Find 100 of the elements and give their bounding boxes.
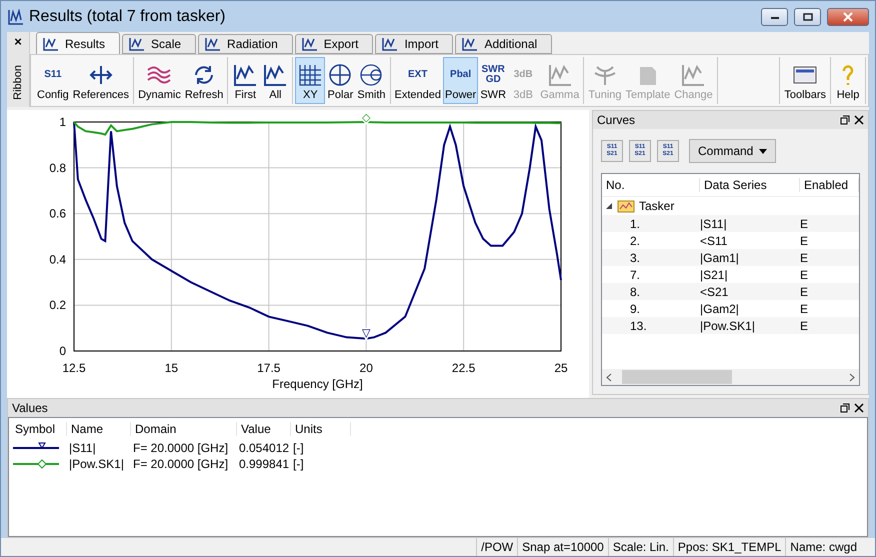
- ribbon-button[interactable]: SWR GD SWR: [478, 57, 508, 104]
- table-cell-text: [-]: [292, 441, 305, 455]
- column-header[interactable]: Enabled: [800, 178, 859, 192]
- ribbon-button[interactable]: Polar: [325, 57, 356, 104]
- table-cell-text: 8.: [629, 284, 642, 298]
- table-cell-text: 0.054012: [238, 441, 290, 455]
- tab-icon: [462, 37, 478, 51]
- table-cell-text: E: [800, 284, 810, 298]
- folder-icon: [617, 199, 635, 213]
- minimize-button[interactable]: [761, 8, 788, 26]
- close-icon: [843, 12, 853, 22]
- table-cell-text: E: [800, 250, 810, 264]
- table-cell-text: F= 20.0000 [GHz]: [132, 441, 230, 455]
- table-cell-text: 2.: [629, 234, 642, 248]
- tab-icon: [302, 37, 318, 51]
- column-header[interactable]: Domain: [131, 422, 237, 436]
- column-header[interactable]: Name: [67, 422, 131, 436]
- status-text: Snap at=10000: [517, 538, 608, 556]
- float-icon[interactable]: [840, 403, 850, 413]
- tick-label: 0: [59, 344, 66, 358]
- arrows-icon: [88, 63, 114, 87]
- tab-icon: [43, 36, 59, 50]
- ribbon-button[interactable]: Toolbars: [782, 57, 828, 104]
- float-icon[interactable]: [840, 115, 850, 125]
- graph-icon: [680, 63, 706, 87]
- maximize-button[interactable]: [794, 8, 821, 26]
- table-cell-text: 9.: [629, 302, 642, 316]
- ribbon-button[interactable]: XY: [295, 57, 326, 104]
- table-cell-text: E: [800, 268, 810, 282]
- tick-label: 22.5: [452, 361, 476, 375]
- column-header[interactable]: Data Series: [700, 178, 800, 192]
- status-text: Name: cwgd: [785, 538, 861, 556]
- panel-title: Values: [12, 401, 48, 415]
- table-cell-text: 1.: [629, 216, 642, 230]
- ribbon-tab[interactable]: Export: [294, 34, 374, 54]
- ribbon-tab[interactable]: Scale: [122, 34, 196, 54]
- ribbon-button[interactable]: Refresh: [182, 57, 226, 104]
- tick-label: 0.4: [49, 252, 66, 266]
- table-cell-text: <S11: [700, 234, 728, 248]
- window-title: Results (total 7 from tasker): [29, 8, 226, 26]
- column-header[interactable]: Symbol: [11, 422, 67, 436]
- table-cell-text: E: [800, 216, 810, 230]
- ribbon-button[interactable]: Pbal Power: [443, 57, 478, 104]
- ribbon-tab[interactable]: Additional: [455, 34, 552, 54]
- ribbon-tab[interactable]: Import: [375, 34, 454, 54]
- close-icon[interactable]: [854, 403, 864, 413]
- ribbon-button[interactable]: First: [230, 57, 260, 104]
- column-header[interactable]: Value: [237, 422, 291, 436]
- tick-label: 25: [554, 361, 568, 375]
- ribbon-button[interactable]: Smith: [355, 57, 388, 104]
- table-cell-text: |Gam2|: [700, 302, 740, 316]
- ribbon-button[interactable]: S11 Config: [35, 57, 71, 104]
- ribbon-button[interactable]: Dynamic: [136, 57, 183, 104]
- command-dropdown[interactable]: Command: [689, 139, 776, 163]
- tree-item[interactable]: Tasker: [639, 199, 674, 213]
- label-icon: SWR GD: [480, 63, 506, 87]
- table-cell-text: |S11|: [700, 216, 728, 230]
- tick-label: 0.6: [49, 206, 66, 221]
- marker-label: ◇: [362, 112, 370, 124]
- table-cell-text: F= 20.0000 [GHz]: [132, 457, 230, 471]
- tick-label: 0.2: [49, 298, 66, 312]
- ribbon-button[interactable]: All: [260, 57, 290, 104]
- table-cell-text: E: [800, 302, 810, 316]
- table-cell-text: 0.999841: [238, 457, 290, 471]
- column-header[interactable]: No.: [602, 178, 700, 192]
- graph-icon: [232, 63, 258, 87]
- graph-icon: [546, 63, 573, 87]
- table-cell-text: [-]: [292, 457, 305, 471]
- expander-icon[interactable]: [605, 202, 613, 210]
- ribbon-tab[interactable]: Radiation: [198, 34, 293, 54]
- table-cell-text: E: [800, 234, 810, 248]
- ribbon-button[interactable]: Help: [833, 57, 863, 104]
- grid-icon: [297, 63, 324, 87]
- close-button[interactable]: ×: [14, 32, 22, 51]
- tick-label: 0.8: [49, 160, 66, 175]
- panel-title: Curves: [597, 113, 636, 127]
- ribbon-button[interactable]: EXT Extended: [392, 57, 443, 104]
- graph-icon: [262, 63, 288, 87]
- close-icon[interactable]: [854, 115, 864, 125]
- ribbon-tab[interactable]: Results: [36, 32, 120, 54]
- maximize-icon: [802, 12, 812, 20]
- ribbon-button[interactable]: References: [70, 57, 132, 104]
- close-button[interactable]: [827, 8, 869, 26]
- table-cell-text: |Pow.SK1|: [68, 457, 125, 471]
- tab-icon: [205, 37, 222, 51]
- smith-chart-icon: [358, 63, 384, 87]
- table-cell-text: |S11|: [68, 441, 97, 455]
- status-text: /POW: [476, 538, 518, 556]
- table-cell-text: E: [800, 318, 810, 332]
- tick-label: 12.5: [62, 361, 86, 375]
- marker-label: ▽: [362, 327, 370, 340]
- label-icon: S11: [40, 63, 66, 87]
- caret-icon: [759, 148, 768, 154]
- table-cell-text: <S21: [700, 284, 730, 298]
- horizontal-scrollbar[interactable]: [602, 369, 859, 385]
- column-header[interactable]: Units: [291, 422, 351, 436]
- axis-title: Frequency [GHz]: [272, 377, 363, 391]
- table-cell-text: |Pow.SK1|: [700, 318, 756, 332]
- tick-label: 15: [164, 361, 178, 375]
- status-text: Scale: Lin.: [608, 538, 673, 556]
